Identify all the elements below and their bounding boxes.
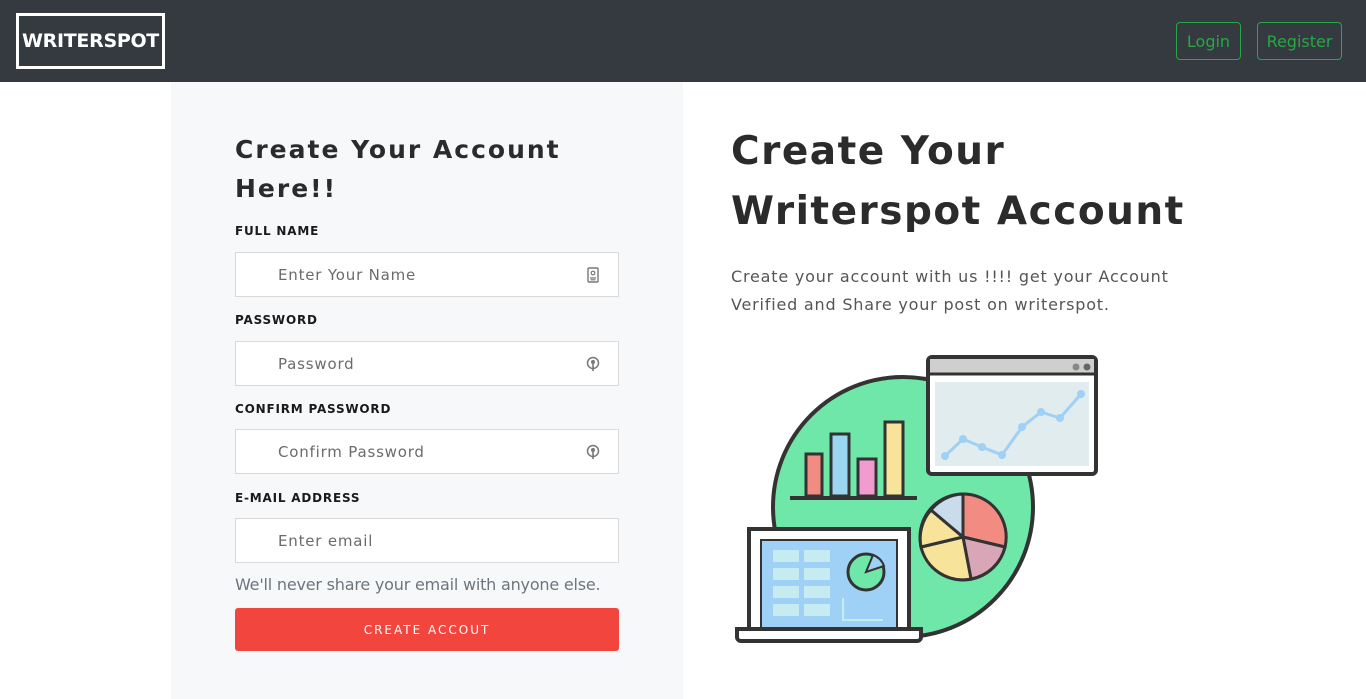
id-card-icon [587, 267, 599, 283]
full-name-label: FULL NAME [235, 224, 320, 238]
confirm-password-label: CONFIRM PASSWORD [235, 402, 392, 416]
registration-form-panel: Create Your Account Here!! FULL NAME PAS… [171, 82, 683, 699]
key-icon [586, 356, 600, 371]
login-button[interactable]: Login [1176, 22, 1241, 60]
password-field [235, 341, 619, 386]
top-navbar: WRITERSPOT Login Register [0, 0, 1366, 82]
confirm-password-input[interactable] [236, 430, 618, 473]
create-account-button[interactable]: CREATE ACCOUT [235, 608, 619, 651]
browser-window-graphic [926, 355, 1098, 476]
key-icon [586, 444, 600, 459]
email-field [235, 518, 619, 563]
analytics-dashboard-illustration [735, 355, 1098, 643]
email-label: E-MAIL ADDRESS [235, 491, 361, 505]
brand-logo[interactable]: WRITERSPOT [16, 13, 165, 69]
laptop-graphic [735, 527, 923, 643]
password-input[interactable] [236, 342, 618, 385]
confirm-password-field [235, 429, 619, 474]
full-name-input[interactable] [236, 253, 618, 296]
email-input[interactable] [236, 519, 618, 562]
form-title: Create Your Account Here!! [235, 135, 561, 203]
info-title: Create Your Writerspot Account [731, 129, 1185, 234]
email-help-text: We'll never share your email with anyone… [235, 575, 601, 594]
register-button[interactable]: Register [1257, 22, 1342, 60]
pie-chart-graphic [918, 492, 1008, 582]
password-label: PASSWORD [235, 313, 318, 327]
full-name-field [235, 252, 619, 297]
info-description: Create your account with us !!!! get you… [731, 267, 1169, 314]
